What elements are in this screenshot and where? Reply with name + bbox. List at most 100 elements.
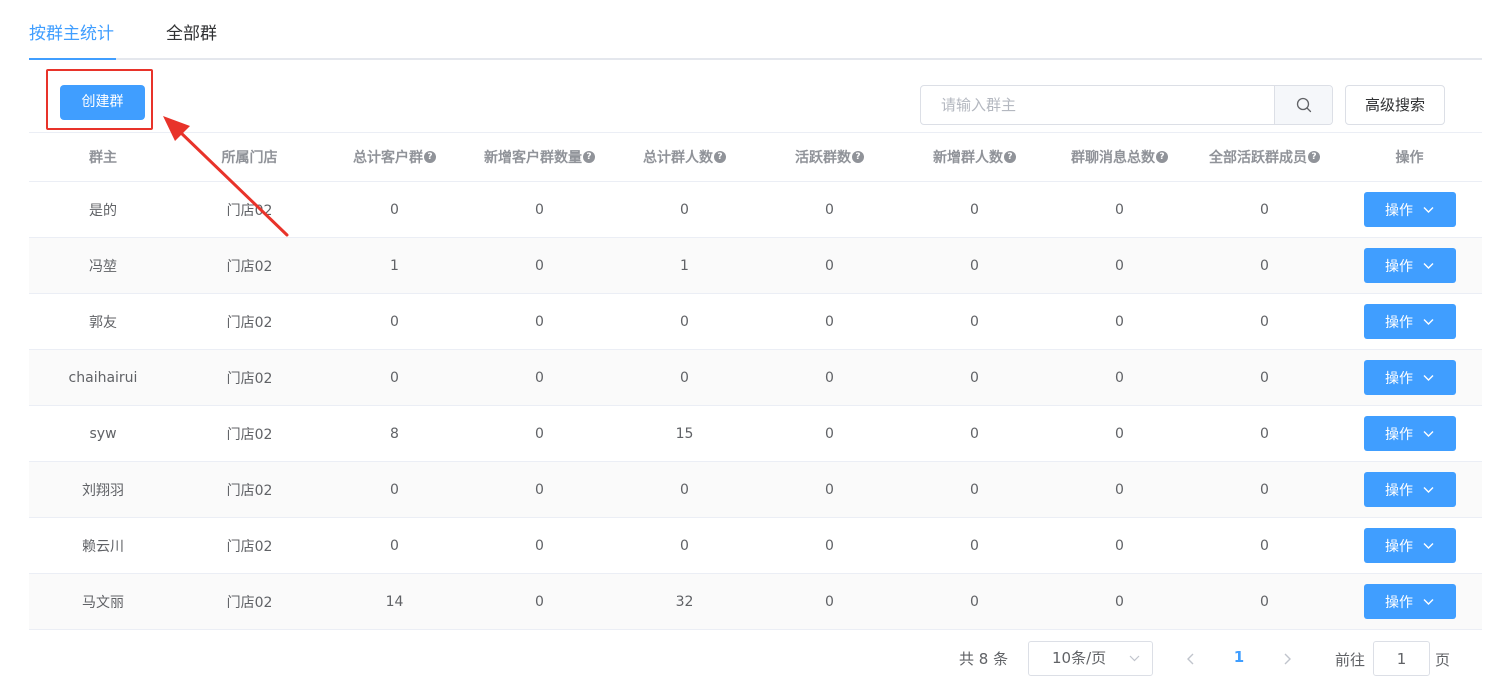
- cell-new-groups: 0: [535, 593, 544, 610]
- question-icon[interactable]: ?: [1004, 151, 1016, 163]
- row-action-dropdown-button[interactable]: 操作: [1363, 192, 1456, 227]
- cell-total-groups: 1: [390, 257, 399, 274]
- page-number-current[interactable]: 1: [1228, 648, 1250, 666]
- row-action-dropdown-button[interactable]: 操作: [1363, 304, 1456, 339]
- cell-new-members: 0: [970, 313, 979, 330]
- cell-active-members: 0: [1260, 425, 1269, 442]
- question-icon[interactable]: ?: [1156, 151, 1168, 163]
- cell-store: 门店02: [226, 538, 273, 555]
- row-action-label: 操作: [1385, 202, 1413, 219]
- search-input[interactable]: [921, 86, 1275, 124]
- cell-new-groups: 0: [535, 425, 544, 442]
- row-action-label: 操作: [1385, 314, 1413, 331]
- cell-total-groups: 0: [390, 369, 399, 386]
- row-action-dropdown-button[interactable]: 操作: [1363, 360, 1456, 395]
- cell-messages: 0: [1115, 369, 1124, 386]
- cell-new-members: 0: [970, 425, 979, 442]
- page-size-value: 10条/页: [1052, 649, 1107, 667]
- cell-new-members: 0: [970, 481, 979, 498]
- cell-actions: 操作: [1337, 238, 1482, 293]
- cell-total-members: 32: [675, 593, 694, 610]
- header-total-groups: 总计客户群?: [322, 133, 467, 181]
- question-icon[interactable]: ?: [852, 151, 864, 163]
- table-row: 赖云川 门店02 0 0 0 0 0 0 0 操作: [29, 518, 1482, 574]
- tab-all-groups[interactable]: 全部群: [166, 22, 217, 46]
- header-actions: 操作: [1395, 150, 1424, 166]
- chevron-down-icon: [1423, 426, 1434, 442]
- question-icon[interactable]: ?: [583, 151, 595, 163]
- cell-active-members: 0: [1260, 369, 1269, 386]
- table-body: 是的 门店02 0 0 0 0 0 0 0 操作 冯堃 门店02 1 0 1 0 0 0 0 操作 郭友 门店02 0 0 0 0…: [29, 182, 1482, 630]
- cell-owner: 冯堃: [89, 258, 117, 275]
- chevron-left-icon: [1187, 653, 1194, 665]
- cell-new-members: 0: [970, 201, 979, 218]
- cell-store: 门店02: [226, 426, 273, 443]
- cell-active-members: 0: [1260, 201, 1269, 218]
- cell-active-members: 0: [1260, 537, 1269, 554]
- cell-store: 门店02: [226, 258, 273, 275]
- table-row: 是的 门店02 0 0 0 0 0 0 0 操作: [29, 182, 1482, 238]
- goto-page-input[interactable]: [1373, 641, 1430, 676]
- cell-active-groups: 0: [825, 425, 834, 442]
- cell-total-members: 0: [680, 201, 689, 218]
- cell-messages: 0: [1115, 425, 1124, 442]
- cell-new-groups: 0: [535, 201, 544, 218]
- cell-store: 门店02: [226, 594, 273, 611]
- search-icon: [1296, 97, 1312, 113]
- cell-new-members: 0: [970, 593, 979, 610]
- row-action-dropdown-button[interactable]: 操作: [1363, 528, 1456, 563]
- active-tab-indicator: [29, 58, 116, 60]
- cell-active-groups: 0: [825, 313, 834, 330]
- cell-owner: 马文丽: [82, 594, 124, 611]
- header-messages: 群聊消息总数?: [1047, 133, 1192, 181]
- cell-messages: 0: [1115, 537, 1124, 554]
- cell-total-members: 15: [675, 425, 694, 442]
- question-icon[interactable]: ?: [424, 151, 436, 163]
- question-icon[interactable]: ?: [714, 151, 726, 163]
- header-new-groups: 新增客户群数量?: [467, 133, 612, 181]
- cell-actions: 操作: [1337, 294, 1482, 349]
- cell-total-members: 1: [680, 257, 689, 274]
- cell-total-groups: 0: [390, 313, 399, 330]
- row-action-label: 操作: [1385, 482, 1413, 499]
- cell-actions: 操作: [1337, 350, 1482, 405]
- cell-total-groups: 0: [390, 481, 399, 498]
- table-row: syw 门店02 8 0 15 0 0 0 0 操作: [29, 406, 1482, 462]
- row-action-dropdown-button[interactable]: 操作: [1363, 472, 1456, 507]
- cell-actions: 操作: [1337, 462, 1482, 517]
- prev-page-button[interactable]: [1180, 645, 1202, 673]
- row-action-label: 操作: [1385, 370, 1413, 387]
- header-active-members: 全部活跃群成员?: [1192, 133, 1337, 181]
- cell-owner: 郭友: [89, 314, 117, 331]
- row-action-dropdown-button[interactable]: 操作: [1363, 584, 1456, 619]
- create-group-button[interactable]: 创建群: [60, 85, 145, 120]
- cell-total-groups: 14: [385, 593, 404, 610]
- chevron-down-icon: [1423, 314, 1434, 330]
- cell-store: 门店02: [226, 370, 273, 387]
- cell-new-members: 0: [970, 257, 979, 274]
- tab-by-owner[interactable]: 按群主统计: [29, 22, 114, 46]
- header-owner: 群主: [89, 150, 117, 166]
- row-action-dropdown-button[interactable]: 操作: [1363, 248, 1456, 283]
- page-size-select[interactable]: 10条/页: [1028, 641, 1153, 676]
- cell-owner: 赖云川: [82, 538, 124, 555]
- cell-new-groups: 0: [535, 369, 544, 386]
- cell-active-groups: 0: [825, 257, 834, 274]
- row-action-label: 操作: [1385, 258, 1413, 275]
- next-page-button[interactable]: [1276, 645, 1298, 673]
- search-button[interactable]: [1274, 86, 1332, 124]
- cell-active-members: 0: [1260, 313, 1269, 330]
- cell-actions: 操作: [1337, 574, 1482, 629]
- chevron-down-icon: [1423, 370, 1434, 386]
- pagination-total: 共 8 条: [959, 650, 1009, 668]
- table-row: 冯堃 门店02 1 0 1 0 0 0 0 操作: [29, 238, 1482, 294]
- cell-total-members: 0: [680, 537, 689, 554]
- cell-owner: 刘翔羽: [82, 482, 124, 499]
- question-icon[interactable]: ?: [1308, 151, 1320, 163]
- cell-owner: 是的: [89, 202, 117, 219]
- advanced-search-button[interactable]: 高级搜索: [1345, 85, 1445, 125]
- cell-active-members: 0: [1260, 257, 1269, 274]
- row-action-dropdown-button[interactable]: 操作: [1363, 416, 1456, 451]
- search-field: [920, 85, 1333, 125]
- chevron-down-icon: [1423, 482, 1434, 498]
